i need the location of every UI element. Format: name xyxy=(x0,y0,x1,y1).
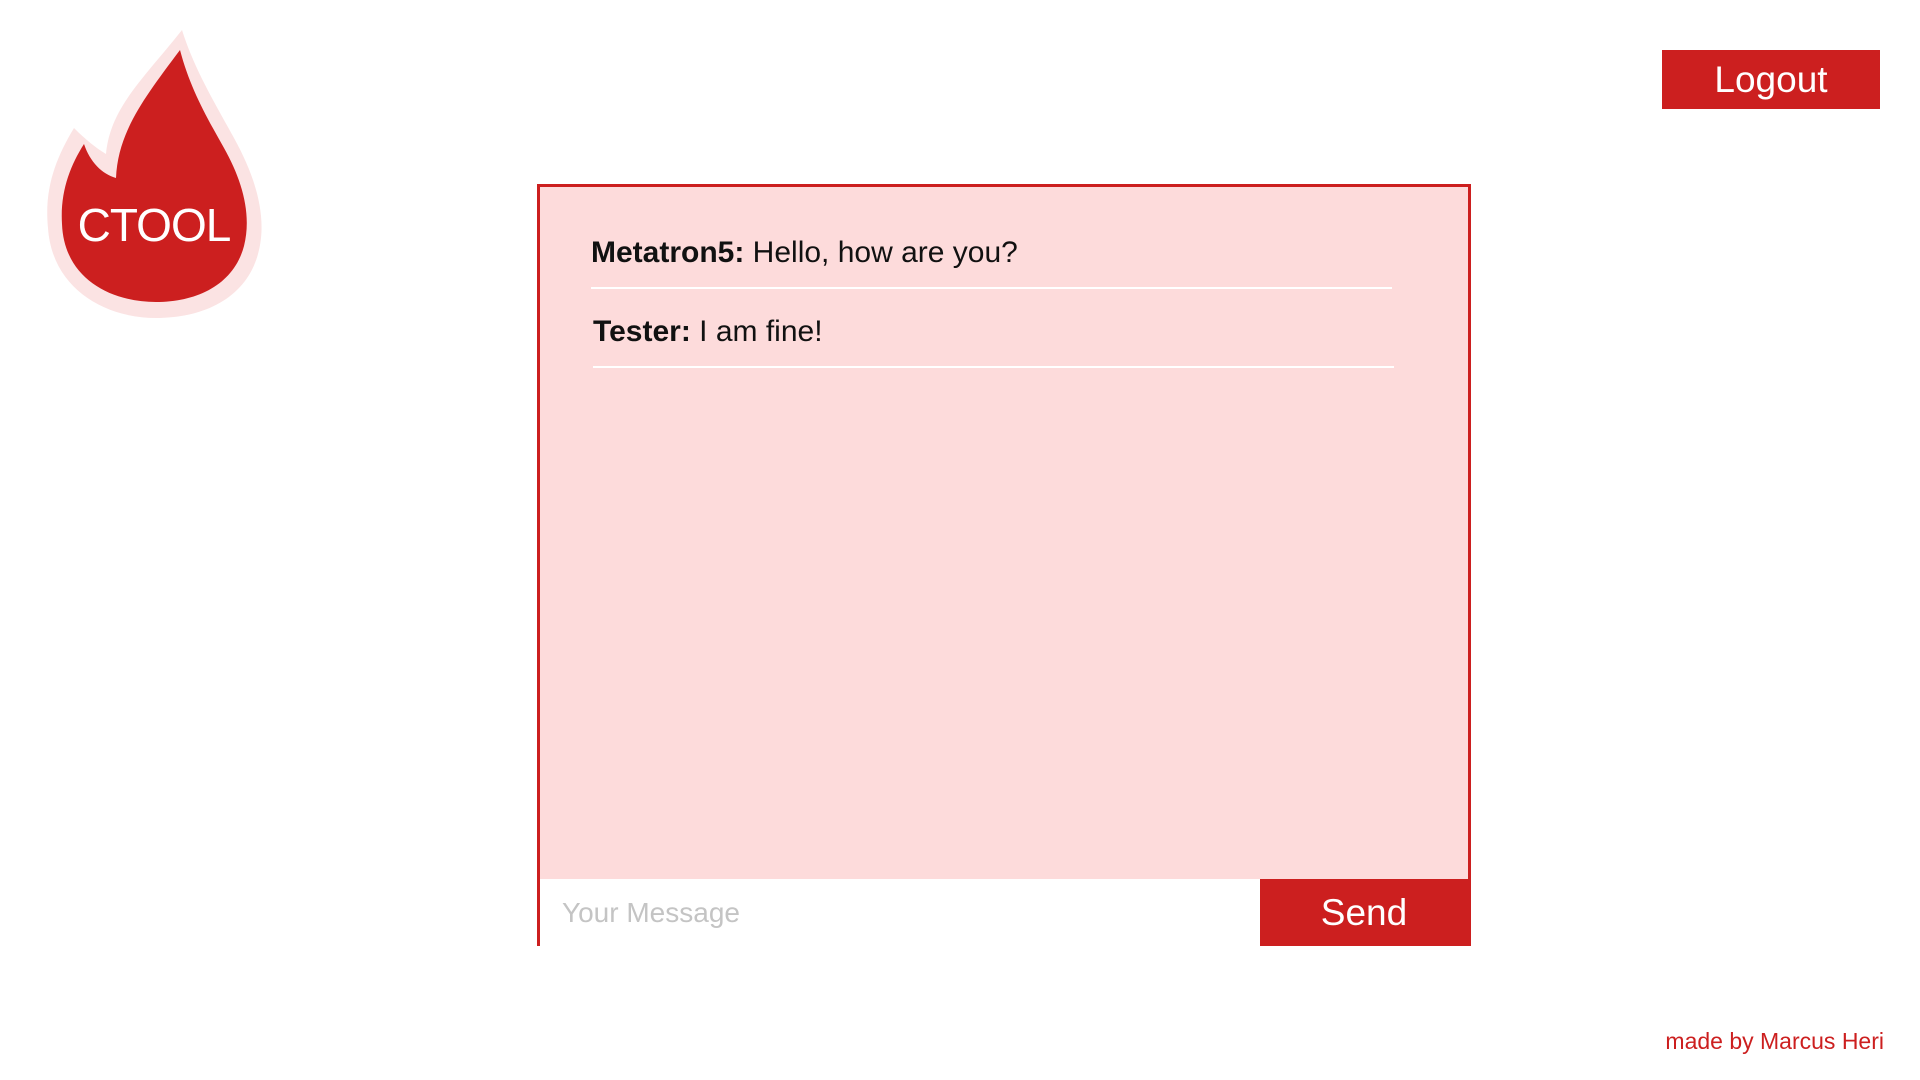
page: CTOOL Logout Metatron5: Hello, how are y… xyxy=(0,0,1920,1080)
chat-panel: Metatron5: Hello, how are you? Tester: I… xyxy=(537,184,1471,946)
message-text: I am fine! xyxy=(690,315,823,348)
chat-message: Metatron5: Hello, how are you? xyxy=(591,231,1392,289)
message-author: Tester: xyxy=(593,315,691,348)
footer-credit: made by Marcus Heri xyxy=(1665,1028,1884,1054)
logout-button[interactable]: Logout xyxy=(1662,50,1880,109)
message-list: Metatron5: Hello, how are you? Tester: I… xyxy=(540,187,1468,879)
message-composer: Send xyxy=(540,879,1468,946)
send-button[interactable]: Send xyxy=(1260,879,1468,946)
message-input[interactable] xyxy=(540,879,1260,946)
logo: CTOOL xyxy=(44,28,264,318)
chat-message: Tester: I am fine! xyxy=(593,310,1394,368)
message-author: Metatron5: xyxy=(591,236,745,269)
logo-text: CTOOL xyxy=(77,199,232,251)
message-text: Hello, how are you? xyxy=(744,236,1018,269)
flame-icon xyxy=(47,30,262,318)
